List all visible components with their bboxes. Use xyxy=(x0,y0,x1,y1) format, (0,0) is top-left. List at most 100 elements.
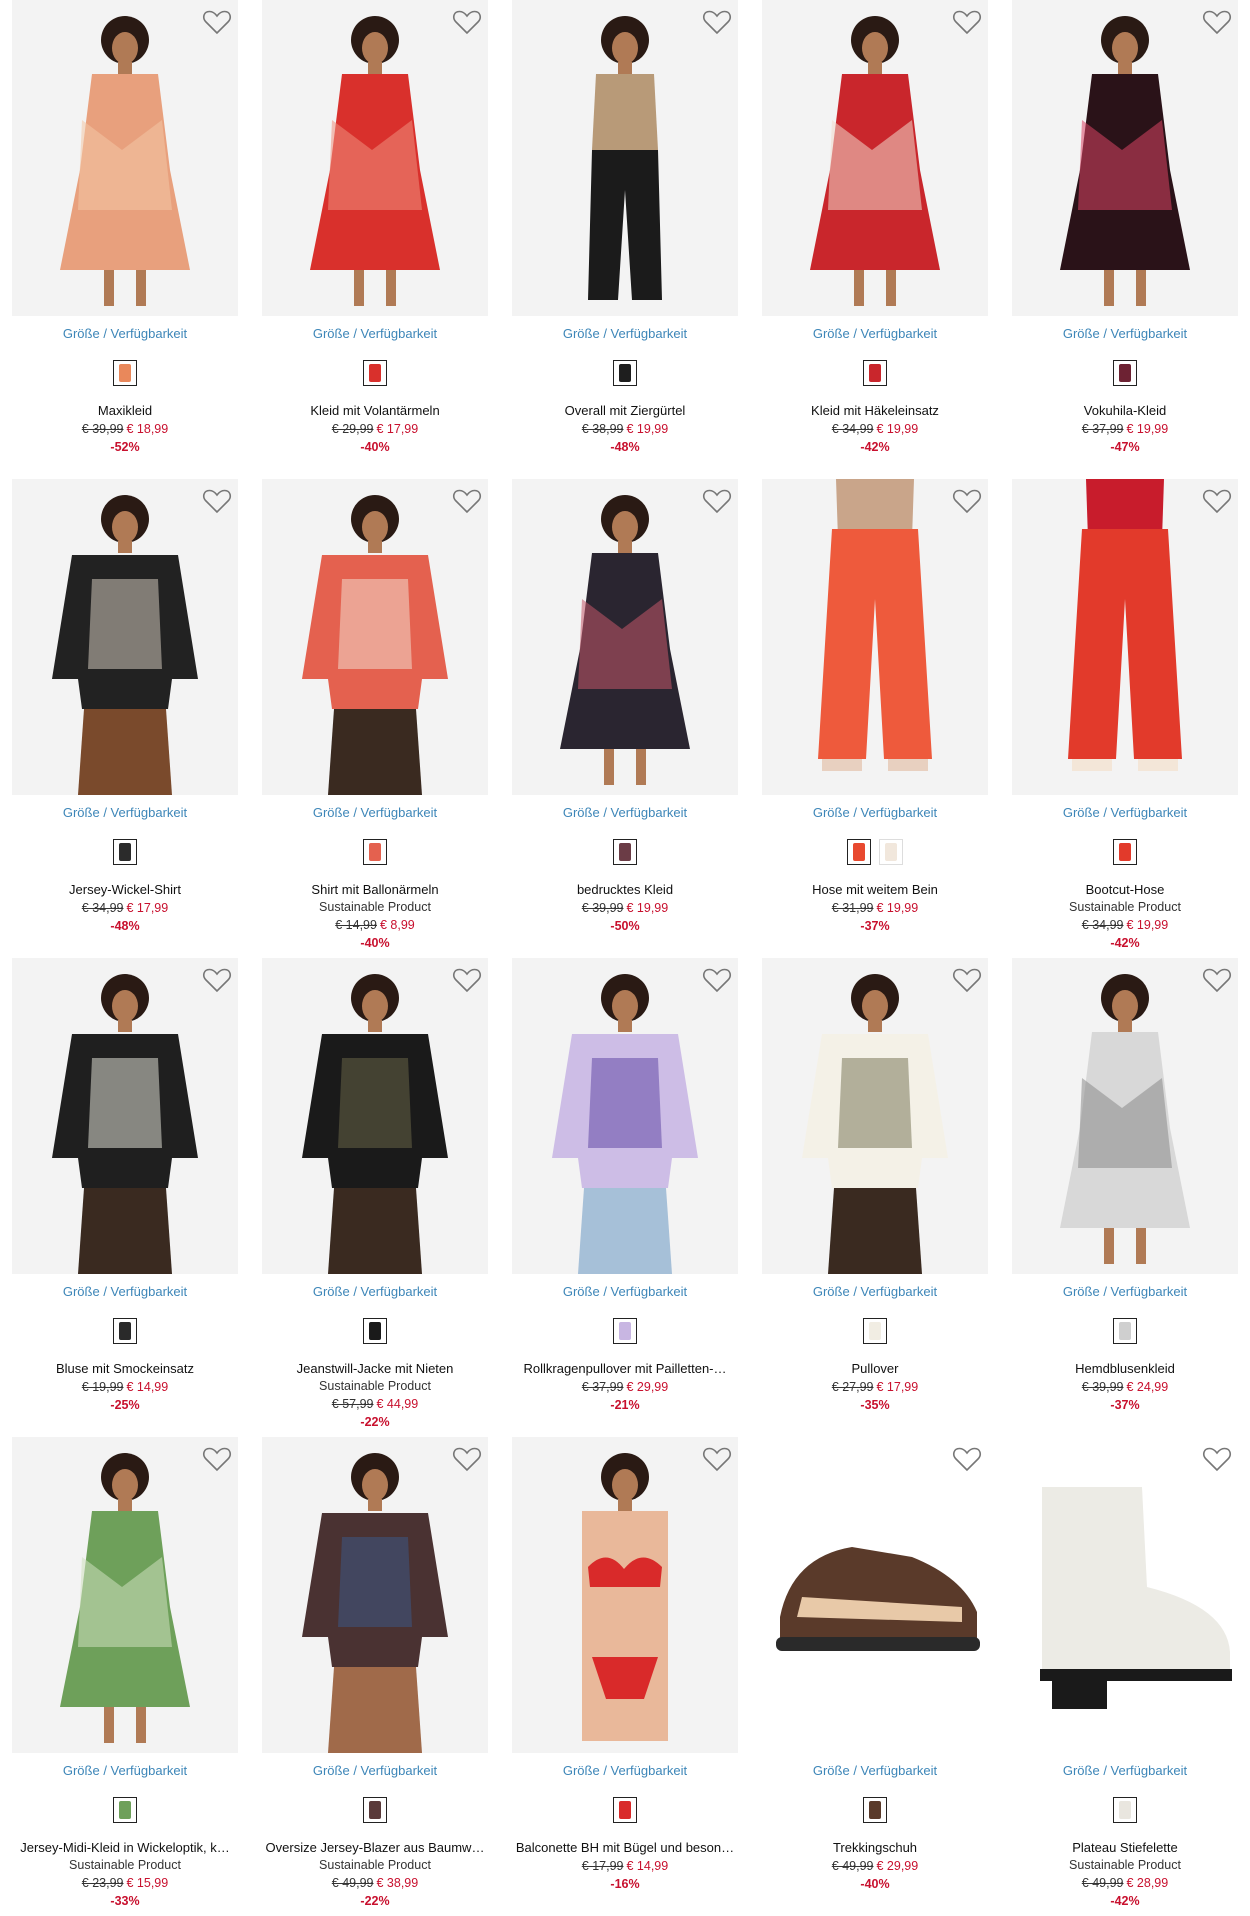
heart-outline-icon[interactable] xyxy=(1202,966,1232,994)
color-swatch[interactable] xyxy=(613,839,637,865)
product-name[interactable]: Bluse mit Smockeinsatz xyxy=(12,1360,238,1378)
product-image[interactable] xyxy=(1012,1437,1238,1753)
product-image[interactable] xyxy=(262,479,488,795)
product-image[interactable] xyxy=(262,0,488,316)
product-image[interactable] xyxy=(12,958,238,1274)
product-name[interactable]: Kleid mit Volantärmeln xyxy=(262,402,488,420)
product-name[interactable]: Jersey-Midi-Kleid in Wickeloptik, k… xyxy=(12,1839,238,1857)
size-availability-link[interactable]: Größe / Verfügbarkeit xyxy=(512,1284,738,1300)
size-availability-link[interactable]: Größe / Verfügbarkeit xyxy=(1012,1284,1238,1300)
product-image[interactable] xyxy=(1012,958,1238,1274)
heart-outline-icon[interactable] xyxy=(952,487,982,515)
color-swatch[interactable] xyxy=(863,360,887,386)
color-swatch[interactable] xyxy=(613,1318,637,1344)
color-swatch[interactable] xyxy=(863,1797,887,1823)
product-name[interactable]: Overall mit Ziergürtel xyxy=(512,402,738,420)
size-availability-link[interactable]: Größe / Verfügbarkeit xyxy=(512,326,738,342)
size-availability-link[interactable]: Größe / Verfügbarkeit xyxy=(762,1284,988,1300)
product-image[interactable] xyxy=(762,479,988,795)
size-availability-link[interactable]: Größe / Verfügbarkeit xyxy=(762,326,988,342)
heart-outline-icon[interactable] xyxy=(702,8,732,36)
product-card-10[interactable]: Größe / Verfügbarkeit Bootcut-Hose Susta… xyxy=(1012,479,1238,952)
product-image[interactable] xyxy=(262,958,488,1274)
product-name[interactable]: Rollkragenpullover mit Pailletten-… xyxy=(512,1360,738,1378)
heart-outline-icon[interactable] xyxy=(202,8,232,36)
heart-outline-icon[interactable] xyxy=(452,1445,482,1473)
color-swatch[interactable] xyxy=(363,839,387,865)
product-image[interactable] xyxy=(12,479,238,795)
size-availability-link[interactable]: Größe / Verfügbarkeit xyxy=(262,805,488,821)
color-swatch[interactable] xyxy=(113,1797,137,1823)
product-image[interactable] xyxy=(1012,0,1238,316)
product-card-7[interactable]: Größe / Verfügbarkeit Shirt mit Ballonär… xyxy=(262,479,488,952)
product-image[interactable] xyxy=(762,958,988,1274)
product-card-18[interactable]: Größe / Verfügbarkeit Balconette BH mit … xyxy=(512,1437,738,1893)
product-image[interactable] xyxy=(1012,479,1238,795)
product-card-2[interactable]: Größe / Verfügbarkeit Kleid mit Volantär… xyxy=(262,0,488,456)
product-card-12[interactable]: Größe / Verfügbarkeit Jeanstwill-Jacke m… xyxy=(262,958,488,1431)
size-availability-link[interactable]: Größe / Verfügbarkeit xyxy=(262,1284,488,1300)
product-name[interactable]: Trekkingschuh xyxy=(762,1839,988,1857)
color-swatch[interactable] xyxy=(363,1797,387,1823)
product-name[interactable]: Plateau Stiefelette xyxy=(1012,1839,1238,1857)
heart-outline-icon[interactable] xyxy=(452,966,482,994)
color-swatch[interactable] xyxy=(1113,1318,1137,1344)
product-card-16[interactable]: Größe / Verfügbarkeit Jersey-Midi-Kleid … xyxy=(12,1437,238,1910)
product-card-3[interactable]: Größe / Verfügbarkeit Overall mit Ziergü… xyxy=(512,0,738,456)
size-availability-link[interactable]: Größe / Verfügbarkeit xyxy=(1012,1763,1238,1779)
color-swatch[interactable] xyxy=(879,839,903,865)
color-swatch[interactable] xyxy=(847,839,871,865)
heart-outline-icon[interactable] xyxy=(452,8,482,36)
product-card-13[interactable]: Größe / Verfügbarkeit Rollkragenpullover… xyxy=(512,958,738,1414)
color-swatch[interactable] xyxy=(363,360,387,386)
color-swatch[interactable] xyxy=(1113,1797,1137,1823)
product-name[interactable]: Hemdblusenkleid xyxy=(1012,1360,1238,1378)
size-availability-link[interactable]: Größe / Verfügbarkeit xyxy=(1012,805,1238,821)
product-name[interactable]: Vokuhila-Kleid xyxy=(1012,402,1238,420)
heart-outline-icon[interactable] xyxy=(1202,8,1232,36)
size-availability-link[interactable]: Größe / Verfügbarkeit xyxy=(512,805,738,821)
color-swatch[interactable] xyxy=(613,360,637,386)
product-image[interactable] xyxy=(262,1437,488,1753)
heart-outline-icon[interactable] xyxy=(452,487,482,515)
color-swatch[interactable] xyxy=(613,1797,637,1823)
product-image[interactable] xyxy=(512,1437,738,1753)
product-card-5[interactable]: Größe / Verfügbarkeit Vokuhila-Kleid € 3… xyxy=(1012,0,1238,456)
size-availability-link[interactable]: Größe / Verfügbarkeit xyxy=(12,1763,238,1779)
size-availability-link[interactable]: Größe / Verfügbarkeit xyxy=(12,805,238,821)
product-card-19[interactable]: Größe / Verfügbarkeit Trekkingschuh € 49… xyxy=(762,1437,988,1893)
product-name[interactable]: Jeanstwill-Jacke mit Nieten xyxy=(262,1360,488,1378)
product-name[interactable]: Maxikleid xyxy=(12,402,238,420)
color-swatch[interactable] xyxy=(1113,839,1137,865)
size-availability-link[interactable]: Größe / Verfügbarkeit xyxy=(12,326,238,342)
heart-outline-icon[interactable] xyxy=(202,487,232,515)
size-availability-link[interactable]: Größe / Verfügbarkeit xyxy=(1012,326,1238,342)
size-availability-link[interactable]: Größe / Verfügbarkeit xyxy=(262,1763,488,1779)
product-card-11[interactable]: Größe / Verfügbarkeit Bluse mit Smockein… xyxy=(12,958,238,1414)
size-availability-link[interactable]: Größe / Verfügbarkeit xyxy=(262,326,488,342)
product-image[interactable] xyxy=(762,0,988,316)
product-name[interactable]: Oversize Jersey-Blazer aus Baumw… xyxy=(262,1839,488,1857)
product-card-17[interactable]: Größe / Verfügbarkeit Oversize Jersey-Bl… xyxy=(262,1437,488,1910)
product-name[interactable]: Hose mit weitem Bein xyxy=(762,881,988,899)
size-availability-link[interactable]: Größe / Verfügbarkeit xyxy=(12,1284,238,1300)
heart-outline-icon[interactable] xyxy=(702,966,732,994)
heart-outline-icon[interactable] xyxy=(952,966,982,994)
product-card-6[interactable]: Größe / Verfügbarkeit Jersey-Wickel-Shir… xyxy=(12,479,238,935)
heart-outline-icon[interactable] xyxy=(202,966,232,994)
product-card-9[interactable]: Größe / Verfügbarkeit Hose mit weitem Be… xyxy=(762,479,988,935)
heart-outline-icon[interactable] xyxy=(952,1445,982,1473)
product-image[interactable] xyxy=(12,0,238,316)
product-image[interactable] xyxy=(512,958,738,1274)
size-availability-link[interactable]: Größe / Verfügbarkeit xyxy=(762,805,988,821)
product-card-4[interactable]: Größe / Verfügbarkeit Kleid mit Häkelein… xyxy=(762,0,988,456)
product-name[interactable]: Balconette BH mit Bügel und beson… xyxy=(512,1839,738,1857)
product-card-1[interactable]: Größe / Verfügbarkeit Maxikleid € 39,99 €… xyxy=(12,0,238,456)
heart-outline-icon[interactable] xyxy=(952,8,982,36)
product-name[interactable]: Bootcut-Hose xyxy=(1012,881,1238,899)
product-name[interactable]: Shirt mit Ballonärmeln xyxy=(262,881,488,899)
size-availability-link[interactable]: Größe / Verfügbarkeit xyxy=(762,1763,988,1779)
product-image[interactable] xyxy=(512,479,738,795)
product-name[interactable]: Kleid mit Häkeleinsatz xyxy=(762,402,988,420)
heart-outline-icon[interactable] xyxy=(702,1445,732,1473)
